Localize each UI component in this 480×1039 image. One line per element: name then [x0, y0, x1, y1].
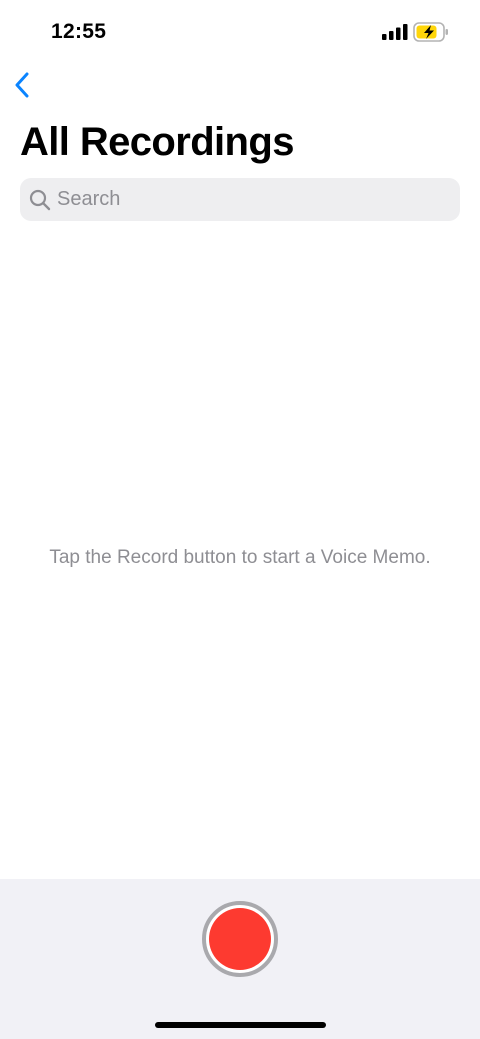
empty-state-message: Tap the Record button to start a Voice M…: [49, 547, 431, 568]
search-icon: [29, 189, 51, 210]
record-button[interactable]: [202, 901, 278, 977]
status-time: 12:55: [51, 20, 107, 43]
cellular-signal-icon: [382, 24, 408, 40]
record-icon: [209, 908, 271, 970]
home-indicator[interactable]: [155, 1022, 326, 1028]
battery-charging-icon: [413, 22, 448, 42]
page-title: All Recordings: [20, 120, 294, 164]
search-input[interactable]: [57, 188, 437, 211]
back-button[interactable]: [4, 66, 40, 104]
search-bar[interactable]: [20, 178, 460, 221]
status-bar: 12:55: [0, 0, 480, 62]
chevron-left-icon: [15, 72, 29, 98]
